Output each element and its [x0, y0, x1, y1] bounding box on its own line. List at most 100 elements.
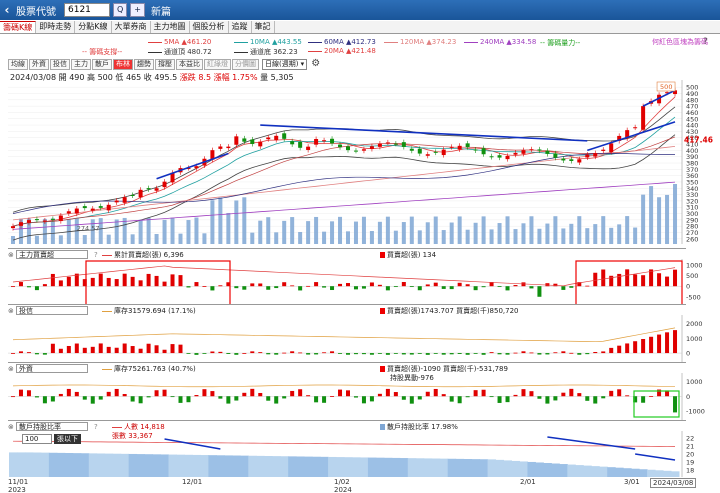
- volume-bar: [274, 232, 279, 244]
- back-arrow-icon[interactable]: ‹: [0, 3, 14, 17]
- add-button[interactable]: +: [130, 3, 145, 17]
- flow-bar: [258, 283, 263, 287]
- flow-bar: [82, 396, 87, 400]
- candle-body: [218, 146, 223, 149]
- toolbar-item-1[interactable]: 外資: [29, 59, 49, 70]
- flow-bar: [393, 286, 398, 288]
- ma5-line: [12, 96, 676, 227]
- tab-realtime[interactable]: 即時走勢: [36, 21, 76, 33]
- toolbar-item-0[interactable]: 均線: [8, 59, 28, 70]
- flow-bar: [290, 351, 295, 354]
- gear-icon[interactable]: ⚙: [311, 59, 320, 70]
- period-select[interactable]: 日線(週期) ▾: [262, 59, 308, 70]
- tab-stock-analysis[interactable]: 個股分析: [190, 21, 229, 33]
- flow-bar: [561, 286, 566, 290]
- candle-body: [593, 153, 598, 157]
- flow-bar: [26, 286, 31, 288]
- toolbar-item-8[interactable]: 本益比: [176, 59, 203, 70]
- panel-select-main-force[interactable]: 主力買賣超: [16, 250, 88, 259]
- close-icon[interactable]: ⊗: [8, 423, 16, 431]
- toolbar-item-2[interactable]: 投信: [50, 59, 70, 70]
- close-icon[interactable]: ⊗: [8, 251, 16, 259]
- tab-branch-kline[interactable]: 分點K線: [75, 21, 112, 33]
- toolbar-item-4[interactable]: 散戶: [92, 59, 112, 70]
- retail-chart[interactable]: 2221201918: [8, 431, 718, 477]
- flow-bar: [441, 394, 446, 397]
- candle-body: [338, 144, 343, 148]
- panel-select-retail[interactable]: 散戶持股比率: [16, 422, 88, 431]
- flow-bar: [322, 396, 327, 403]
- toolbar-item-7[interactable]: 撐壓: [155, 59, 175, 70]
- flow-bar: [513, 394, 518, 397]
- toolbar-item-6[interactable]: 趨勢: [134, 59, 154, 70]
- toolbar-item-9[interactable]: 紅綠燈: [204, 59, 231, 70]
- new-window-link[interactable]: 新篇: [151, 3, 171, 18]
- flow-bar: [569, 388, 574, 397]
- volume-bar: [433, 216, 438, 244]
- flow-bar: [114, 279, 119, 287]
- flow-bar: [529, 286, 534, 289]
- price-chart[interactable]: 5004904804704604504404304204104003903803…: [8, 80, 718, 248]
- volume-bar: [561, 228, 566, 244]
- flow-bar: [34, 353, 39, 355]
- flow-bar: [242, 286, 247, 290]
- flow-bar: [361, 286, 366, 289]
- x-axis-label: 2/01: [520, 478, 536, 486]
- flow-bar: [74, 343, 79, 354]
- flow-bar: [473, 353, 478, 354]
- flow-bar: [361, 396, 366, 404]
- tab-notes[interactable]: 筆記: [252, 21, 275, 33]
- flow-bar: [481, 353, 486, 355]
- legend-ma10: 10MA ▲443.55: [234, 38, 302, 46]
- tab-track[interactable]: 追蹤: [229, 21, 252, 33]
- volume-bar: [489, 229, 494, 244]
- toolbar-item-10[interactable]: 分價圖: [232, 59, 259, 70]
- toolbar-item-3[interactable]: 主力: [71, 59, 91, 70]
- flow-bar: [122, 343, 127, 354]
- help-icon[interactable]: ?: [94, 251, 98, 259]
- toolbar-item-5[interactable]: 布林: [113, 59, 133, 70]
- flow-bar: [505, 396, 510, 403]
- retail-ratio-bar: [431, 458, 441, 477]
- x-axis: 11/01 2023 12/01 1/02 2024 2/01 3/01 2024/03/08: [8, 476, 698, 493]
- retail-ratio-bar: [463, 459, 473, 477]
- volume-bar: [393, 230, 398, 244]
- share-threshold-select[interactable]: 100: [22, 434, 52, 444]
- candle-body: [529, 149, 534, 151]
- flow-bar: [553, 396, 558, 401]
- close-icon[interactable]: ⊗: [8, 365, 16, 373]
- stock-code-input[interactable]: 6121: [64, 3, 110, 17]
- share-threshold-label: 張以下: [54, 434, 81, 444]
- legend-hint[interactable]: 何紅色區塊為籌碼: [652, 37, 708, 47]
- panel-select-foreign[interactable]: 外資: [16, 364, 88, 373]
- retail-ratio-bar: [24, 452, 34, 477]
- foreign-chart[interactable]: 1000 0 -1000: [8, 373, 718, 421]
- flow-bar: [545, 396, 550, 404]
- volume-bar: [553, 216, 558, 244]
- tab-big-broker[interactable]: 大單券商: [112, 21, 151, 33]
- candle-body: [322, 140, 327, 142]
- trust-chart[interactable]: 2000 1000 0: [8, 315, 718, 363]
- tab-main-map[interactable]: 主力地圖: [151, 21, 190, 33]
- flow-bar: [433, 282, 438, 287]
- volume-bar: [266, 217, 271, 244]
- tab-chip-kline[interactable]: 籌碼K線: [0, 21, 37, 33]
- search-button[interactable]: Q: [113, 3, 128, 17]
- legend-pressure: -- 籌碼支撐--: [82, 48, 123, 56]
- y-tick-label: 2000: [686, 320, 703, 328]
- retail-ratio-bar: [248, 455, 257, 477]
- flow-bar: [353, 353, 358, 355]
- flow-bar: [625, 269, 630, 287]
- main-force-chart[interactable]: 1000 500 0 -500: [8, 259, 718, 305]
- retail-ratio-bar: [527, 461, 536, 477]
- ma10-line: [12, 116, 676, 227]
- candle-body: [489, 156, 494, 158]
- candle-body: [601, 149, 606, 151]
- close-icon[interactable]: ⊗: [8, 307, 16, 315]
- help-icon[interactable]: ?: [94, 423, 98, 431]
- flow-bar: [234, 396, 239, 401]
- info-icon[interactable]: ?: [703, 37, 708, 47]
- panel-select-trust[interactable]: 投信: [16, 306, 88, 315]
- candle-body: [146, 188, 151, 190]
- flow-bar: [194, 395, 199, 397]
